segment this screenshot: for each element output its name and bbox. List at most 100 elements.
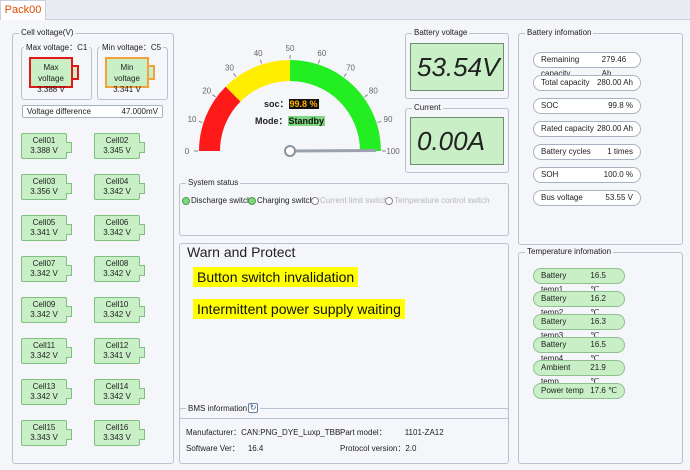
voltage-difference-label: Voltage difference (27, 107, 91, 116)
temperature-control-switch[interactable]: Temperature control switch (385, 196, 490, 205)
temperature-label: Battery temp2 (541, 294, 567, 317)
system-status-group: System status (179, 178, 509, 236)
gauge-tick-label: 0 (185, 147, 190, 156)
gauge-red-band (199, 86, 241, 151)
current-limit-switch-label: Current limit switch (320, 196, 388, 205)
tab-pack00[interactable]: Pack00 (0, 0, 46, 20)
cell-name: Cell06 (105, 218, 129, 227)
battery-info-title: Battery infomation (525, 28, 594, 37)
cell-voltage-title: Cell voltage(V) (19, 28, 76, 37)
bms-info-title: BMS information ↻ (186, 403, 261, 413)
gauge-tick-label: 80 (369, 86, 378, 95)
min-voltage-badge: Min voltage 3.341 V (105, 57, 149, 94)
cell-item: Cell11 3.342 V (21, 338, 72, 364)
cell-name: Cell05 (32, 218, 56, 227)
cell-name: Cell03 (32, 177, 56, 186)
cell-item: Cell16 3.343 V (94, 420, 145, 446)
soc-readout: soc：99.8 % (264, 97, 319, 110)
part-model-label: Part model： (340, 428, 387, 437)
software-label: Software Ver： (186, 444, 240, 453)
temperature-value: 16.2 ℃ (590, 294, 606, 317)
cell-value: 3.342 V (30, 269, 58, 278)
cell-item: Cell15 3.343 V (21, 420, 72, 446)
charging-switch-indicator (248, 196, 256, 205)
temperature-row: Ambient temp 21.9 ℃ (533, 360, 625, 386)
charging-switch[interactable]: Charging switch (248, 196, 314, 205)
max-voltage-value: 3.388 V (37, 85, 65, 94)
temperature-value: 16.5 ℃ (590, 271, 606, 294)
gauge-tick-mark (377, 120, 382, 124)
cell-name: Cell11 (32, 341, 56, 350)
gauge-tick-mark (198, 120, 203, 124)
gauge-needle-hub (284, 145, 296, 157)
warn-message-2: Intermittent power supply waiting (193, 299, 405, 319)
battery-info-label: SOC (541, 101, 559, 110)
gauge-tick-label: 100 (386, 147, 400, 156)
battery-info-value: 53.55 V (605, 193, 633, 202)
current-limit-switch[interactable]: Current limit switch (311, 196, 388, 205)
warn-message-1: Button switch invalidation (193, 267, 359, 287)
current-limit-switch-indicator (311, 196, 319, 205)
cell-item: Cell06 3.342 V (94, 215, 145, 241)
max-voltage-label: Max voltage (38, 63, 64, 83)
cell-value: 3.342 V (103, 392, 131, 401)
battery-info-row: Bus voltage 53.55 V (533, 190, 641, 206)
battery-info-label: Rated capacity (541, 124, 594, 133)
battery-info-row: Rated capacity 280.00 Ah (533, 121, 641, 137)
cell-value: 3.342 V (103, 228, 131, 237)
battery-info-row: Total capacity 280.00 Ah (533, 75, 641, 91)
discharge-switch-label: Discharge switch (191, 196, 252, 205)
cell-name: Cell01 (32, 136, 56, 145)
soc-label: soc： (264, 99, 289, 109)
discharge-switch[interactable]: Discharge switch (182, 196, 251, 205)
part-model-value: 1101-ZA12 (404, 428, 444, 437)
gauge-tick-mark (233, 73, 237, 77)
temperature-control-switch-indicator (385, 196, 393, 205)
cell-value: 3.341 V (30, 228, 58, 237)
soc-value: 99.8 % (288, 99, 319, 109)
cell-item: Cell10 3.342 V (94, 297, 145, 323)
temperature-row: Battery temp1 16.5 ℃ (533, 268, 625, 294)
bms-info-title-text: BMS information (188, 403, 248, 413)
cell-item: Cell04 3.342 V (94, 174, 145, 200)
refresh-icon[interactable]: ↻ (248, 403, 259, 413)
gauge-tick-label: 20 (202, 86, 211, 95)
min-voltage-header: Min voltage：C5 (100, 42, 164, 53)
protocol-value: 2.0 (405, 444, 417, 453)
gauge-tick-label: 60 (317, 49, 326, 58)
cell-name: Cell09 (32, 300, 56, 309)
battery-info-value: 99.8 % (608, 101, 633, 110)
cell-value: 3.343 V (103, 433, 131, 442)
temperature-label: Ambient temp (541, 363, 571, 386)
battery-info-value: 280.00 Ah (596, 78, 633, 87)
min-voltage-value: 3.341 V (113, 85, 141, 94)
cell-name: Cell07 (32, 259, 56, 268)
cell-name: Cell10 (105, 300, 129, 309)
gauge-tick-mark (317, 59, 321, 64)
battery-info-label: SOH (541, 170, 559, 179)
manufacturer-row: Manufacturer：CAN:PNG_DYE_Luxp_TBB (186, 427, 340, 438)
protocol-row: Protocol version：2.0 (340, 443, 416, 454)
temperature-row: Power temp 17.6 ℃ (533, 383, 625, 399)
gauge-tick-mark (212, 94, 216, 98)
battery-info-label: Remaining capacity (541, 55, 580, 78)
cell-name: Cell04 (105, 177, 129, 186)
cell-value: 3.342 V (30, 351, 58, 360)
cell-item: Cell05 3.341 V (21, 215, 72, 241)
cell-value: 3.342 V (30, 392, 58, 401)
max-voltage-badge-tip (73, 65, 79, 80)
mode-value: Standby (287, 116, 326, 126)
mode-readout: Mode：Standby (255, 114, 326, 127)
cell-item: Cell07 3.342 V (21, 256, 72, 282)
cell-name: Cell08 (105, 259, 129, 268)
battery-info-value: 1 times (607, 147, 633, 156)
battery-info-label: Battery cycles (541, 147, 591, 156)
battery-info-label: Bus voltage (541, 193, 583, 202)
manufacturer-label: Manufacturer： (186, 428, 242, 437)
cell-item: Cell03 3.356 V (21, 174, 72, 200)
gauge-tick-label: 90 (384, 115, 393, 124)
min-voltage-badge-tip (149, 65, 155, 80)
battery-info-value: 100.0 % (603, 170, 633, 179)
discharge-switch-indicator (182, 196, 190, 205)
gauge-tick-label: 70 (346, 64, 355, 73)
